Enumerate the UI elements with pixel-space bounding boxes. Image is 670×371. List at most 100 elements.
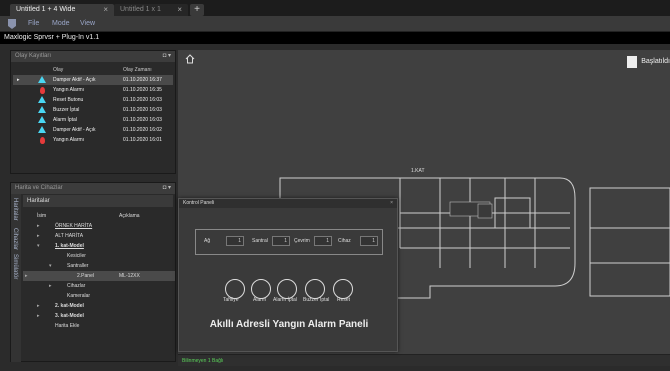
menu-view[interactable]: View (80, 19, 95, 29)
table-row[interactable]: Alarm İptal 01.10.2020 16:03 (13, 115, 173, 125)
tree-item-label: ALT HARİTA (55, 233, 84, 239)
alarm-iptal-button[interactable] (277, 279, 297, 299)
alarm-button[interactable] (251, 279, 271, 299)
status-text: Bilinmeyen 1 Bağlı (182, 358, 224, 364)
column-header-isim[interactable]: İsim (37, 211, 46, 221)
tab-bar: Untitled 1 + 4 Wide × Untitled 1 x 1 × + (0, 0, 670, 16)
add-tab-button[interactable]: + (190, 4, 204, 16)
warning-icon (37, 125, 47, 135)
reset-label: Reset (337, 297, 351, 303)
tree-item[interactable]: ▸ ÖRNEK HARİTA (23, 221, 175, 231)
close-icon[interactable]: × (390, 199, 393, 208)
tab-label: Untitled 1 x 1 (120, 6, 161, 13)
menu-mode[interactable]: Mode (52, 19, 70, 29)
tree-item[interactable]: Kameralar (23, 291, 175, 301)
side-tab-cihazlar[interactable]: Cihazlar (12, 228, 18, 250)
menu-file[interactable]: File (28, 19, 39, 29)
event-name: Damper Aktif - Açık (53, 77, 96, 83)
tab-untitled-wide[interactable]: Untitled 1 + 4 Wide × (10, 4, 114, 16)
tree-item[interactable]: ▾ 1. kat-Model (23, 241, 175, 251)
expand-icon[interactable]: ▸ (49, 281, 57, 291)
field-label-cevrim: Çevrim (294, 238, 310, 244)
event-name: Yangın Alarmı (53, 87, 85, 93)
fire-icon (37, 85, 47, 95)
column-header-zaman[interactable]: Olay Zamanı (123, 65, 173, 75)
panel-controls-icon[interactable]: ◘ ▾ (163, 183, 171, 194)
tree-item-label: 1. kat-Model (55, 243, 84, 249)
reset-button[interactable] (333, 279, 353, 299)
event-log-panel: Olay Kayıtları ◘ ▾ Olay Olay Zamanı ▸ Da… (10, 50, 176, 174)
collapse-icon[interactable]: ▾ (37, 241, 45, 251)
alarm-iptal-label: Alarm İptal (273, 297, 297, 303)
side-tab-haritalar[interactable]: Haritalar (12, 198, 18, 221)
event-name: Yangın Alarmı (53, 137, 85, 143)
panel-controls-icon[interactable]: ◘ ▾ (163, 51, 171, 62)
started-button[interactable]: Başlatıldı (625, 56, 670, 68)
cevrim-spinner[interactable]: 1 (314, 236, 332, 246)
tree-item[interactable]: ▸ 3. kat-Model (23, 311, 175, 321)
warning-icon (37, 95, 47, 105)
expand-icon[interactable]: ▸ (37, 221, 45, 231)
panel-header: Harita ve Cihazlar ◘ ▾ (11, 183, 175, 194)
expand-icon[interactable]: ▸ (37, 231, 45, 241)
event-name: Reset Butonu (53, 97, 84, 103)
address-selector: Ağ 1 Santral 1 Çevrim 1 Cihaz 1 (195, 229, 383, 255)
panel-header: Olay Kayıtları ◘ ▾ (11, 51, 175, 62)
table-row[interactable]: Yangın Alarmı 01.10.2020 16:35 (13, 85, 173, 95)
tree-item[interactable]: Kesiciler (23, 251, 175, 261)
tree-item[interactable]: ▸ ALT HARİTA (23, 231, 175, 241)
column-header-aciklama[interactable]: Açıklama (119, 211, 140, 221)
app-logo-icon (8, 19, 16, 29)
table-row[interactable]: Buzzer İptal 01.10.2020 16:03 (13, 105, 173, 115)
tab-untitled-1x1[interactable]: Untitled 1 x 1 × (114, 4, 188, 16)
tree-item-label: 2.Panel (77, 273, 94, 279)
warning-icon (37, 105, 47, 115)
panel-heading: Akıllı Adresli Yangın Alarm Paneli (209, 319, 369, 330)
map-devices-panel: Harita ve Cihazlar ◘ ▾ Haritalar Cihazla… (10, 182, 176, 362)
close-icon[interactable]: × (177, 4, 182, 16)
ag-spinner[interactable]: 1 (226, 236, 244, 246)
table-row[interactable]: Damper Aktif - Açık 01.10.2020 16:02 (13, 125, 173, 135)
row-pointer-icon: ▸ (17, 77, 20, 83)
table-row[interactable]: ▸ Damper Aktif - Açık 01.10.2020 16:37 (13, 75, 173, 85)
map-tree: İsim Açıklama ▸ ÖRNEK HARİTA ▸ ALT HARİT… (23, 211, 175, 331)
event-time: 01.10.2020 16:02 (123, 127, 162, 133)
table-header: Olay Olay Zamanı (13, 65, 173, 75)
tree-item-label: Kameralar (67, 293, 91, 299)
event-time: 01.10.2020 16:03 (123, 107, 162, 113)
tahliye-button[interactable] (225, 279, 245, 299)
side-tab-simulator[interactable]: Simülatör (12, 254, 18, 279)
fire-icon (37, 135, 47, 145)
tree-item[interactable]: ▸ Cihazlar (23, 281, 175, 291)
expand-icon[interactable]: ▸ (37, 301, 45, 311)
tree-item[interactable]: ▸ 2. kat-Model (23, 301, 175, 311)
tree-item-label: 2. kat-Model (55, 303, 84, 309)
collapse-icon[interactable]: ▾ (49, 261, 57, 271)
tree-item[interactable]: ▾ Santraller (23, 261, 175, 271)
alarm-label: Alarm (253, 297, 267, 303)
dialog-header: Kontrol Paneli × (179, 199, 397, 208)
document-icon (627, 56, 638, 68)
table-row[interactable]: Reset Butonu 01.10.2020 16:03 (13, 95, 173, 105)
close-icon[interactable]: × (103, 4, 108, 16)
side-tab-strip: Haritalar Cihazlar Simülatör (11, 194, 21, 362)
event-time: 01.10.2020 16:03 (123, 117, 162, 123)
santral-spinner[interactable]: 1 (272, 236, 290, 246)
started-label: Başlatıldı (641, 58, 670, 65)
dialog-title: Kontrol Paneli (183, 200, 215, 206)
tree-item[interactable]: ▸ 2.Panel ML-12XX (23, 271, 175, 281)
tree-item-label: Santraller (67, 263, 89, 269)
table-row[interactable]: Yangın Alarmı 01.10.2020 16:01 (13, 135, 173, 145)
menu-bar: File Mode View (0, 16, 670, 32)
home-icon[interactable] (185, 54, 195, 64)
tree-item[interactable]: Harita Ekle (23, 321, 175, 331)
column-header-olay[interactable]: Olay (53, 65, 119, 75)
event-time: 01.10.2020 16:01 (123, 137, 162, 143)
buzzer-iptal-button[interactable] (305, 279, 325, 299)
expand-icon[interactable]: ▸ (37, 311, 45, 321)
row-pointer-icon: ▸ (25, 273, 28, 279)
warning-icon (37, 115, 47, 125)
tree-item-label: Cihazlar (67, 283, 86, 289)
buzzer-iptal-label: Buzzer İptal (303, 297, 330, 303)
cihaz-spinner[interactable]: 1 (360, 236, 378, 246)
